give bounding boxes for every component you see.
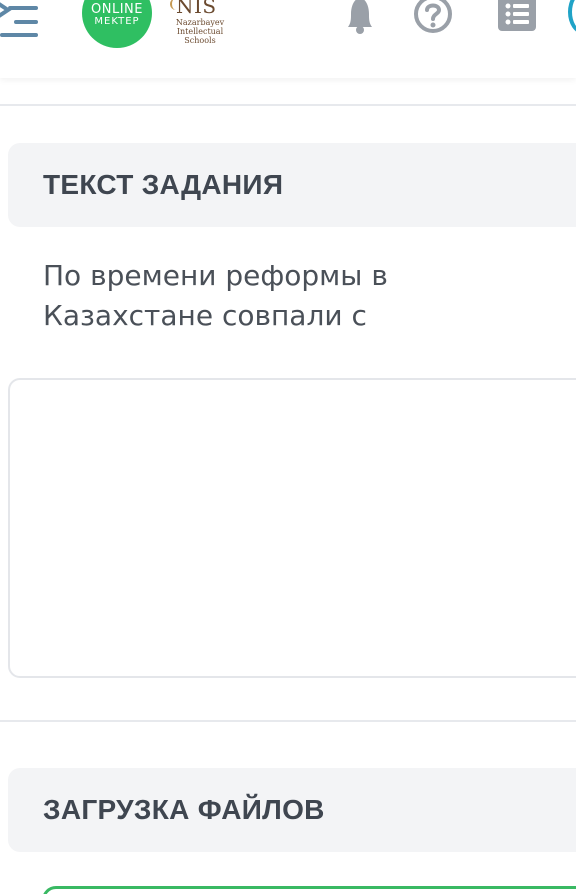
upload-section-header: ЗАГРУЗКА ФАЙЛОВ xyxy=(8,768,576,852)
menu-icon[interactable] xyxy=(0,0,44,42)
task-section-title: ТЕКСТ ЗАДАНИЯ xyxy=(43,169,284,200)
upload-section-title: ЗАГРУЗКА ФАЙЛОВ xyxy=(43,794,325,825)
upload-button[interactable] xyxy=(42,886,576,894)
bell-icon[interactable] xyxy=(340,0,380,36)
help-icon[interactable] xyxy=(412,0,454,36)
nis-logo: NIS Nazarbayev Intellectual Schools xyxy=(170,0,240,50)
logo-line2: MEKTEP xyxy=(94,16,140,27)
online-mektep-logo[interactable]: ONLINE MEKTEP xyxy=(82,0,152,48)
task-text: По времени реформы в Казахстане совпали … xyxy=(43,259,388,332)
answer-input[interactable] xyxy=(8,378,576,678)
nis-mark: NIS xyxy=(170,0,217,18)
page: ONLINE MEKTEP NIS Nazarbayev Intellectua… xyxy=(0,0,576,894)
nis-subtitle: Nazarbayev Intellectual Schools xyxy=(175,18,225,45)
top-header: ONLINE MEKTEP NIS Nazarbayev Intellectua… xyxy=(0,0,576,78)
avatar[interactable] xyxy=(568,0,576,34)
list-icon[interactable] xyxy=(496,0,538,34)
divider xyxy=(0,104,576,106)
task-section-header: ТЕКСТ ЗАДАНИЯ xyxy=(8,143,576,227)
divider xyxy=(0,720,576,722)
